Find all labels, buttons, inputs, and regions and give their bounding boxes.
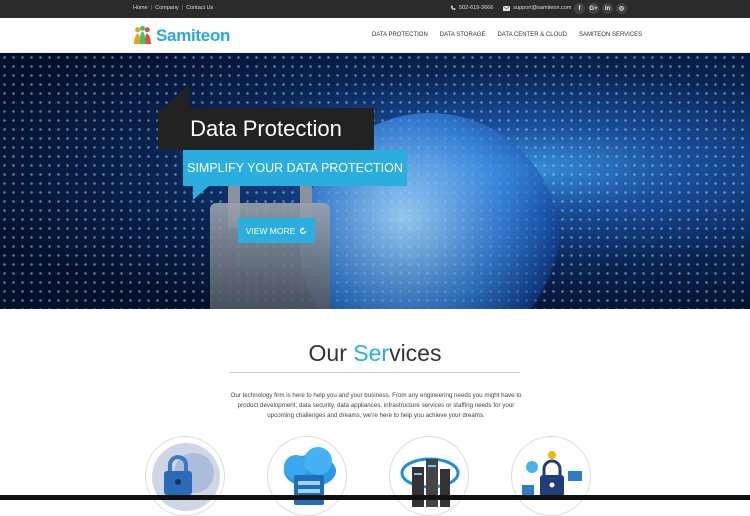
menu-item-data-center-cloud[interactable]: DATA CENTER & CLOUD [497, 32, 566, 38]
company-link[interactable]: Company [155, 5, 179, 11]
contact-info: 502-619-3666 support@samiteon.com [450, 5, 571, 11]
service-card-cloud-storage[interactable] [267, 436, 347, 516]
home-link[interactable]: Home [133, 5, 148, 11]
services-title: Our Services [0, 340, 750, 367]
hero-subtitle: SIMPLIFY YOUR DATA PROTECTION [183, 150, 407, 186]
main-navbar: Samiteon DATA PROTECTION DATA STORAGE DA… [0, 18, 750, 53]
menu-item-data-storage[interactable]: DATA STORAGE [440, 32, 486, 38]
refresh-icon [300, 226, 307, 234]
phone-item[interactable]: 502-619-3666 [450, 5, 493, 11]
people-logo-icon [133, 25, 152, 45]
service-card-network-lock[interactable] [511, 436, 591, 516]
view-more-label: VIEW MORE [245, 225, 296, 236]
linkedin-icon[interactable]: in [602, 3, 613, 14]
separator: | [150, 5, 153, 11]
services-description: Our technology firm is here to help you … [230, 392, 522, 419]
google-plus-icon[interactable]: G+ [588, 3, 599, 14]
bottom-scrollbar [0, 495, 750, 500]
title-highlight: Ser [353, 340, 390, 366]
menu-item-data-protection[interactable]: DATA PROTECTION [372, 32, 428, 38]
title-part: vices [389, 340, 442, 366]
title-divider [230, 372, 520, 373]
phone-icon [450, 5, 456, 10]
social-links: f G+ in ◎ [574, 3, 627, 14]
phone-number: 502-619-3666 [459, 5, 494, 11]
hero-title: Data Protection [158, 108, 374, 150]
separator: | [181, 5, 184, 11]
network-lock-icon [522, 451, 582, 497]
padlock-icon [152, 443, 220, 511]
top-bar: Home | Company | Contact Us 502-619-3666… [0, 0, 750, 18]
service-card-padlock[interactable] [145, 436, 225, 516]
brand-name: Samiteon [156, 25, 231, 45]
cloud-storage-icon [284, 447, 336, 505]
view-more-button[interactable]: VIEW MORE [238, 218, 315, 243]
title-part: Our [308, 340, 354, 366]
instagram-icon[interactable]: ◎ [616, 3, 627, 14]
menu-item-samiteon-services[interactable]: SAMITEON SERVICES [579, 32, 642, 38]
data-center-cloud-icon [400, 457, 460, 507]
logo[interactable]: Samiteon [132, 25, 230, 46]
contact-us-link[interactable]: Contact Us [186, 5, 213, 11]
top-links: Home | Company | Contact Us [133, 5, 213, 11]
envelope-icon [503, 5, 511, 11]
facebook-icon[interactable]: f [574, 3, 585, 14]
service-card-data-center[interactable] [389, 436, 469, 516]
email-address: support@samiteon.com [513, 5, 572, 11]
email-item[interactable]: support@samiteon.com [503, 5, 571, 11]
main-menu: DATA PROTECTION DATA STORAGE DATA CENTER… [372, 32, 642, 38]
